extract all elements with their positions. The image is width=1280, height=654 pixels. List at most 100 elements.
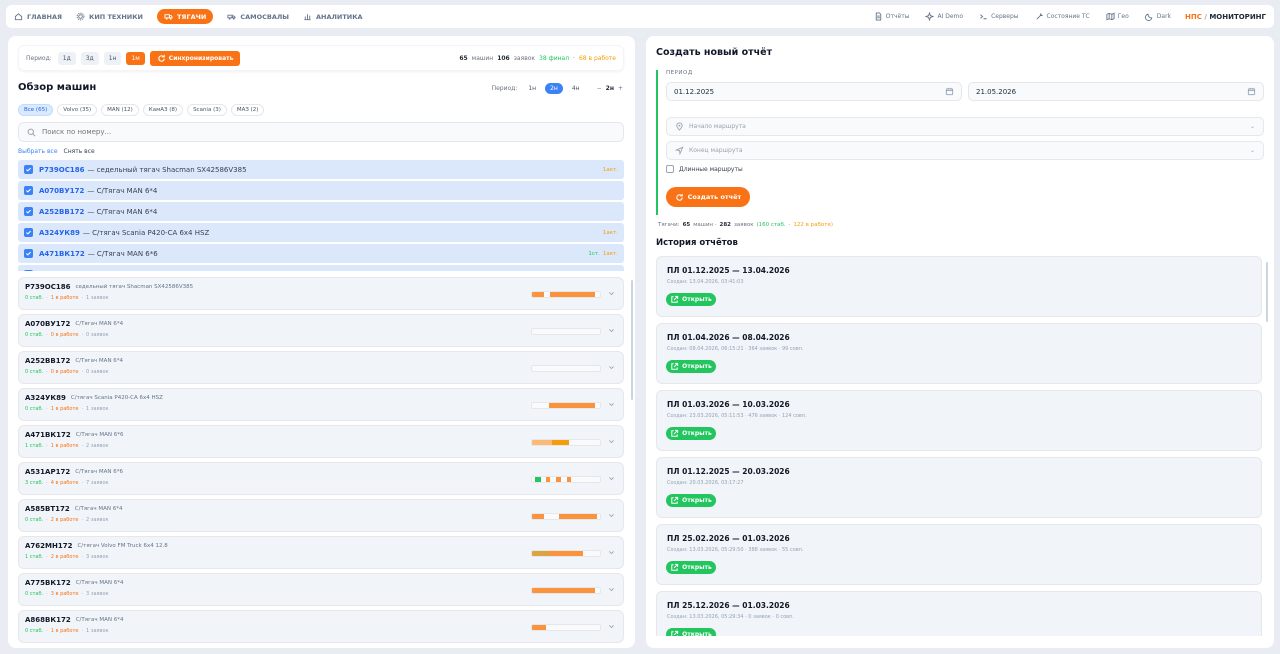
vehicle-card[interactable]: А252ВВ172 С/Тягач MAN 6*4 0 стаб. · 0 в рабо… [18, 351, 624, 384]
chevron-down-icon[interactable] [608, 364, 615, 371]
vehicle-card[interactable]: А324УК89 С/тягач Scania P420-CA 6x4 HSZ 0 … [18, 388, 624, 421]
chevron-down-icon[interactable] [608, 290, 615, 297]
vehicle-card-header: А324УК89 С/тягач Scania P420-CA 6x4 HSZ [25, 394, 617, 402]
overview-period-chip[interactable]: 2н [545, 83, 563, 94]
nav-item-4[interactable]: АНАЛИТИКА [303, 12, 363, 21]
chevron-down-icon[interactable] [608, 512, 615, 519]
sync-period-chip[interactable]: 1д [57, 51, 76, 65]
brand-filter-chip[interactable]: Volvo (35) [57, 104, 98, 116]
overview-period-chip[interactable]: 4н [567, 83, 585, 94]
open-report-button[interactable]: Открыть [666, 561, 716, 574]
checkbox-checked-icon[interactable] [24, 165, 33, 174]
chevron-down-icon[interactable] [608, 586, 615, 593]
report-title: ПЛ 01.03.2026 — 10.03.2026 [667, 400, 790, 409]
open-report-button[interactable]: Открыть [666, 494, 716, 507]
select-all-link[interactable]: Выбрать все [18, 148, 58, 155]
nav-item-1[interactable]: КИП ТЕХНИКИ [76, 12, 143, 21]
overview-title: Обзор машин [18, 82, 97, 93]
sync-button[interactable]: Синхронизировать [149, 50, 241, 66]
chevron-down-icon[interactable] [608, 475, 615, 482]
activity-segment [552, 440, 570, 445]
main-nav: ГЛАВНАЯ КИП ТЕХНИКИ ТЯГАЧИ САМОСВАЛЫ АНАЛИТИ… [14, 9, 363, 24]
nav-right-item-2[interactable]: Серверы [979, 12, 1019, 21]
open-report-button[interactable]: Открыть [666, 293, 716, 306]
vehicle-stat-work: 0 в работе [50, 369, 79, 375]
open-report-button[interactable]: Открыть [666, 427, 716, 440]
selected-vehicle-row[interactable]: А531АР172— С/Тягач MAN 6*6 [18, 265, 624, 271]
vehicle-stat-sep: · [81, 517, 84, 523]
checkbox-checked-icon[interactable] [24, 207, 33, 216]
sync-period-chip[interactable]: 1м [126, 51, 145, 65]
date-to-field[interactable]: 21.05.2026 [968, 82, 1264, 101]
clear-all-link[interactable]: Снять все [64, 148, 95, 155]
machines-label: машин [471, 54, 494, 62]
nav-right-item-1[interactable]: AI Demo [925, 12, 963, 21]
vehicle-stat-sep: · [46, 517, 48, 523]
chevron-down-icon[interactable] [608, 623, 615, 630]
nav-item-3[interactable]: САМОСВАЛЫ [227, 12, 289, 21]
activity-timeline-bar [531, 439, 601, 446]
checkbox-checked-icon[interactable] [24, 186, 33, 195]
chevron-down-icon[interactable] [608, 401, 615, 408]
selected-vehicle-row[interactable]: Р739ОС186— седельный тягач Shacman SX425… [18, 160, 624, 179]
refresh-icon [675, 193, 684, 202]
open-report-button[interactable]: Открыть [666, 628, 716, 636]
nav-right-item-0[interactable]: Отчёты [874, 12, 909, 21]
vehicle-stat-sep: · [46, 295, 48, 301]
chevron-down-icon[interactable] [608, 327, 615, 334]
checkbox-box[interactable] [666, 165, 674, 173]
report-title: ПЛ 25.12.2026 — 01.03.2026 [667, 601, 790, 610]
vehicle-stat-sep: · [46, 480, 48, 486]
brand-filter-chip[interactable]: MAN (12) [101, 104, 139, 116]
stepper-plus[interactable]: + [618, 85, 623, 92]
vehicle-card[interactable]: А471ВК172 С/Тягач MAN 6*6 1 стаб. · 1 в рабо… [18, 425, 624, 458]
route-end-select[interactable]: Конец маршрута ⌄ [666, 141, 1264, 160]
brand-filter-chip[interactable]: КамАЗ (8) [142, 104, 184, 116]
brand-filter-chip[interactable]: МАЗ (2) [230, 104, 265, 116]
vehicle-card[interactable]: Р739ОС186 седельный тягач Shacman SX42586… [18, 277, 624, 310]
selected-vehicle-row[interactable]: А070ВУ172— С/Тягач MAN 6*4 [18, 181, 624, 200]
sync-period-chip[interactable]: 1н [103, 51, 122, 65]
create-report-button[interactable]: Создать отчёт [666, 187, 750, 207]
vehicle-stat-sep: · [81, 628, 84, 634]
chevron-down-icon[interactable] [608, 438, 615, 445]
nav-right-item-4[interactable]: Гео [1106, 12, 1129, 21]
checkbox-checked-icon[interactable] [24, 228, 33, 237]
stepper-minus[interactable]: − [597, 85, 602, 92]
nav-item-2[interactable]: ТЯГАЧИ [157, 9, 214, 24]
nav-right-item-3[interactable]: Состояние ТС [1035, 12, 1090, 21]
date-from-field[interactable]: 01.12.2025 [666, 82, 962, 101]
vehicle-stat-stab: 3 стаб. [25, 480, 44, 486]
vehicle-list-scrollbar[interactable] [631, 280, 633, 400]
vehicle-card[interactable]: А585ВТ172 С/Тягач MAN 6*4 0 стаб. · 2 в рабо… [18, 499, 624, 532]
nav-item-label: ГЛАВНАЯ [27, 12, 63, 21]
vehicle-card[interactable]: А775ВК172 С/Тягач MAN 6*4 0 стаб. · 3 в рабо… [18, 573, 624, 606]
vehicle-card[interactable]: А762МН172 С/тягач Volvo FM Truck 6x4 12.8… [18, 536, 624, 569]
open-report-button[interactable]: Открыть [666, 360, 716, 373]
selected-vehicle-row[interactable]: А324УК89— С/тягач Scania P420-CA 6x4 HSZ… [18, 223, 624, 242]
overview-period-chip[interactable]: 1н [523, 83, 541, 94]
brand-filter-chip[interactable]: Все (65) [18, 104, 54, 116]
period-label: Период: [26, 54, 52, 62]
activity-timeline-bar [531, 513, 601, 520]
nav-right-item-5[interactable]: Dark [1144, 12, 1171, 21]
activity-timeline-bar [531, 587, 601, 594]
nav-item-0[interactable]: ГЛАВНАЯ [14, 12, 62, 21]
selected-vehicle-row[interactable]: А471ВК172— С/Тягач MAN 6*6 1ст. 1акт. [18, 244, 624, 263]
brand-filter-chip[interactable]: Scania (3) [187, 104, 227, 116]
selected-vehicle-row[interactable]: А252ВВ172— С/Тягач MAN 6*4 [18, 202, 624, 221]
vehicle-card[interactable]: А070ВУ172 С/Тягач MAN 6*4 0 стаб. · 0 в рабо… [18, 314, 624, 347]
route-start-select[interactable]: Начало маршрута ⌄ [666, 117, 1264, 136]
checkbox-checked-icon[interactable] [24, 249, 33, 258]
selected-tag: 1акт. [602, 166, 618, 173]
sync-period-chip[interactable]: 3д [80, 51, 99, 65]
chevron-down-icon[interactable] [608, 549, 615, 556]
search-input[interactable] [42, 128, 602, 136]
checkbox-checked-icon[interactable] [24, 270, 33, 271]
vehicle-card[interactable]: А531АР172 С/Тягач MAN 6*6 3 стаб. · 4 в рабо… [18, 462, 624, 495]
vehicle-card[interactable]: А868ВК172 С/Тягач MAN 6*4 0 стаб. · 1 в рабо… [18, 610, 624, 643]
long-routes-checkbox[interactable]: Длинные маршруты [666, 165, 743, 173]
history-scrollbar[interactable] [1266, 262, 1268, 322]
vehicle-stat-sep: · [81, 332, 84, 338]
vehicle-stat-work: 0 в работе [50, 332, 79, 338]
